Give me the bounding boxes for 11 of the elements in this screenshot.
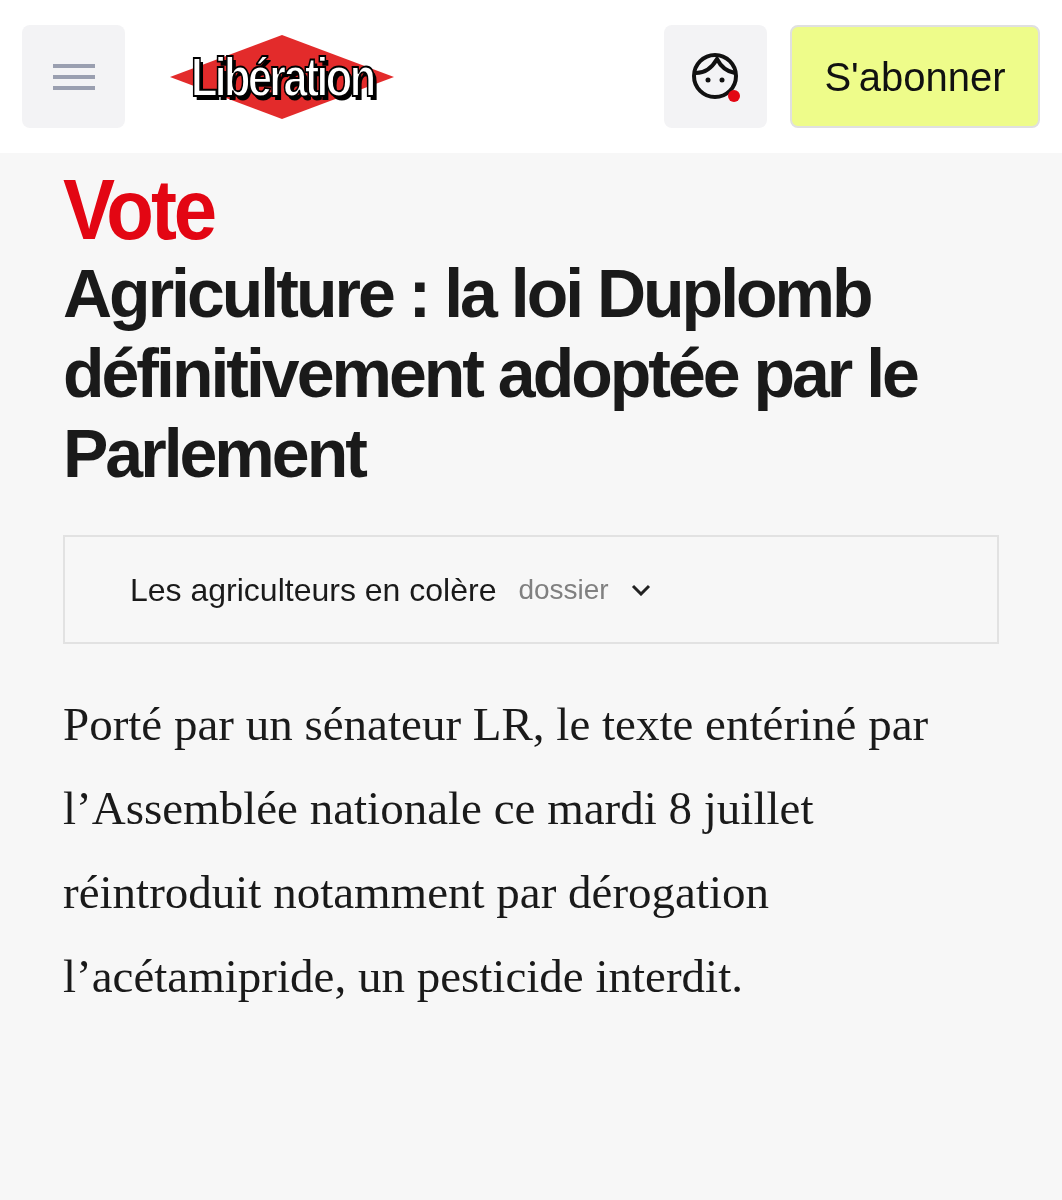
account-button[interactable] (664, 25, 767, 128)
dossier-title: Les agriculteurs en colère (130, 570, 497, 610)
menu-icon (52, 62, 95, 91)
subscribe-button[interactable]: S'abonner (790, 25, 1040, 128)
dossier-dropdown[interactable]: Les agriculteurs en colère dossier (63, 535, 999, 644)
logo[interactable]: Libération (170, 34, 394, 119)
dossier-label: dossier (518, 572, 609, 607)
kicker: Vote (63, 162, 215, 256)
chevron-icon (630, 583, 651, 596)
headline: Agriculture : la loi Duplomb définitivement adoptée par le Parlement (63, 254, 919, 493)
lead-paragraph: Porté par un sénateur LR, le texte entériné par l’Assemblée nationale ce mardi 8 juillet réintroduit notamment par dérogation l’acétamipride, un pesticide interdit. (63, 697, 930, 1004)
